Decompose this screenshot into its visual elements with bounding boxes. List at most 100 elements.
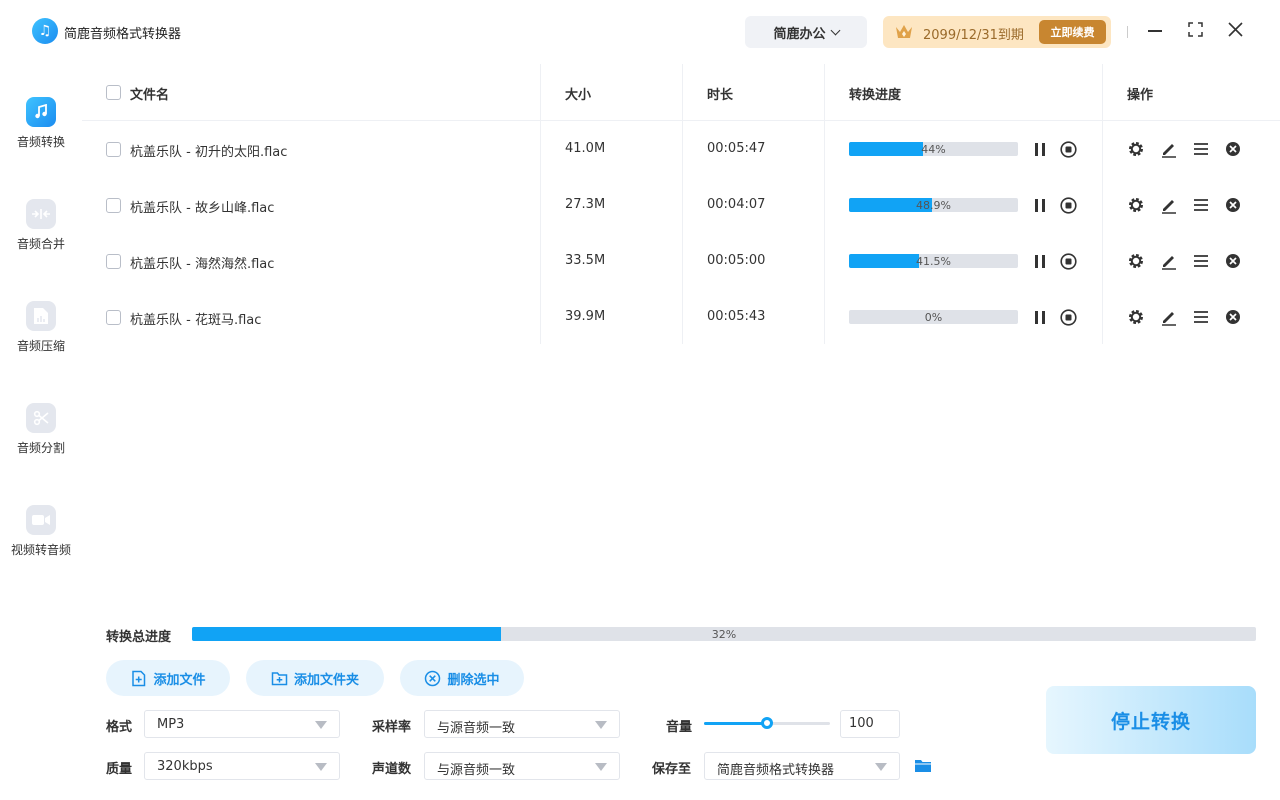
pause-icon[interactable] xyxy=(1034,311,1046,324)
vip-status-box: 2099/12/31到期 立即续费 xyxy=(883,16,1111,48)
sidebar-item-audio-compress[interactable]: 音频压缩 xyxy=(0,301,82,381)
dropdown-arrow-icon xyxy=(595,763,607,771)
add-file-button[interactable]: 添加文件 xyxy=(106,660,230,696)
header-duration: 时长 xyxy=(707,88,734,103)
file-size: 41.0M xyxy=(565,141,606,156)
remove-circle-icon[interactable] xyxy=(1224,140,1242,158)
samplerate-value: 与源音频一致 xyxy=(437,721,516,736)
row-progress-bar: 44% xyxy=(849,142,1018,156)
merge-icon xyxy=(26,199,56,229)
row-checkbox[interactable] xyxy=(106,142,121,157)
format-value: MP3 xyxy=(157,717,185,732)
close-icon[interactable] xyxy=(1227,21,1244,38)
file-duration: 00:05:47 xyxy=(707,141,766,156)
sidebar-item-audio-split[interactable]: 音频分割 xyxy=(0,403,82,483)
gear-icon[interactable] xyxy=(1127,196,1145,214)
dropdown-arrow-icon xyxy=(315,763,327,771)
sidebar-item-audio-convert[interactable]: 音频转换 xyxy=(0,97,82,177)
sidebar-item-label: 视频转音频 xyxy=(10,543,71,557)
list-menu-icon[interactable] xyxy=(1192,252,1210,270)
list-menu-icon[interactable] xyxy=(1192,308,1210,326)
add-folder-button[interactable]: 添加文件夹 xyxy=(246,660,384,696)
remove-circle-icon[interactable] xyxy=(1224,196,1242,214)
channels-label: 声道数 xyxy=(372,762,412,777)
quality-value: 320kbps xyxy=(157,759,213,774)
header-actions: 操作 xyxy=(1127,88,1154,103)
stop-convert-button[interactable]: 停止转换 xyxy=(1046,686,1256,754)
volume-slider-handle[interactable] xyxy=(761,717,773,729)
file-size: 27.3M xyxy=(565,197,606,212)
add-folder-label: 添加文件夹 xyxy=(293,672,359,688)
quality-select[interactable]: 320kbps xyxy=(144,752,340,780)
header-size: 大小 xyxy=(565,88,592,103)
select-all-checkbox[interactable] xyxy=(106,85,121,100)
file-table: 文件名 大小 时长 转换进度 操作 杭盖乐队 - 初升的太阳.flac 41.0… xyxy=(82,64,1280,598)
saveto-select[interactable]: 简鹿音频格式转换器 xyxy=(704,752,900,780)
edit-pencil-icon[interactable] xyxy=(1160,196,1178,214)
quality-label: 质量 xyxy=(106,762,133,777)
row-progress-bar: 48.9% xyxy=(849,198,1018,212)
sidebar-item-audio-merge[interactable]: 音频合并 xyxy=(0,199,82,279)
row-checkbox[interactable] xyxy=(106,310,121,325)
minimize-icon[interactable] xyxy=(1148,30,1162,32)
renew-button[interactable]: 立即续费 xyxy=(1039,20,1106,44)
gear-icon[interactable] xyxy=(1127,308,1145,326)
delete-circle-icon xyxy=(425,670,441,686)
table-row[interactable]: 杭盖乐队 - 花斑马.flac 39.9M 00:05:43 0% xyxy=(82,289,1280,345)
compress-icon xyxy=(26,301,56,331)
table-row[interactable]: 杭盖乐队 - 海然海然.flac 33.5M 00:05:00 41.5% xyxy=(82,233,1280,289)
gear-icon[interactable] xyxy=(1127,252,1145,270)
pause-icon[interactable] xyxy=(1034,199,1046,212)
edit-pencil-icon[interactable] xyxy=(1160,252,1178,270)
stop-circle-icon[interactable] xyxy=(1060,253,1077,270)
folder-icon[interactable] xyxy=(914,758,932,773)
edit-pencil-icon[interactable] xyxy=(1160,140,1178,158)
row-progress-text: 41.5% xyxy=(916,255,951,268)
row-progress-text: 48.9% xyxy=(916,199,951,212)
sidebar-item-label: 音频转换 xyxy=(16,135,65,149)
channels-select[interactable]: 与源音频一致 xyxy=(424,752,620,780)
delete-selected-button[interactable]: 删除选中 xyxy=(400,660,524,696)
volume-slider[interactable] xyxy=(704,717,830,729)
volume-label: 音量 xyxy=(666,720,693,735)
file-duration: 00:05:43 xyxy=(707,309,766,324)
app-title: 简鹿音频格式转换器 xyxy=(64,27,182,42)
format-select[interactable]: MP3 xyxy=(144,710,340,738)
row-progress-bar: 0% xyxy=(849,310,1018,324)
table-row[interactable]: 杭盖乐队 - 故乡山峰.flac 27.3M 00:04:07 48.9% xyxy=(82,177,1280,233)
sidebar-item-video-to-audio[interactable]: 视频转音频 xyxy=(0,505,82,585)
stop-circle-icon[interactable] xyxy=(1060,141,1077,158)
volume-input[interactable]: 100 xyxy=(840,710,900,738)
list-menu-icon[interactable] xyxy=(1192,140,1210,158)
edit-pencil-icon[interactable] xyxy=(1160,308,1178,326)
row-progress-bar: 41.5% xyxy=(849,254,1018,268)
remove-circle-icon[interactable] xyxy=(1224,252,1242,270)
format-label: 格式 xyxy=(106,720,133,735)
samplerate-select[interactable]: 与源音频一致 xyxy=(424,710,620,738)
add-folder-icon xyxy=(271,671,288,685)
chevron-down-icon xyxy=(830,25,840,35)
app-logo-icon: ♫ xyxy=(32,18,58,44)
stop-circle-icon[interactable] xyxy=(1060,309,1077,326)
sidebar-item-label: 音频压缩 xyxy=(16,339,65,353)
office-menu-button[interactable]: 简鹿办公 xyxy=(745,16,867,48)
vip-crown-icon xyxy=(896,25,912,38)
row-progress-text: 0% xyxy=(924,311,943,324)
row-checkbox[interactable] xyxy=(106,198,121,213)
music-note-icon xyxy=(26,97,56,127)
table-row[interactable]: 杭盖乐队 - 初升的太阳.flac 41.0M 00:05:47 44% xyxy=(82,121,1280,177)
pause-icon[interactable] xyxy=(1034,143,1046,156)
row-checkbox[interactable] xyxy=(106,254,121,269)
remove-circle-icon[interactable] xyxy=(1224,308,1242,326)
pause-icon[interactable] xyxy=(1034,255,1046,268)
add-file-icon xyxy=(132,670,146,686)
gear-icon[interactable] xyxy=(1127,140,1145,158)
sidebar-item-label: 音频分割 xyxy=(16,441,65,455)
maximize-icon[interactable] xyxy=(1188,22,1203,37)
list-menu-icon[interactable] xyxy=(1192,196,1210,214)
total-progress-label: 转换总进度 xyxy=(106,630,172,645)
delete-selected-label: 删除选中 xyxy=(447,672,500,688)
file-duration: 00:04:07 xyxy=(707,197,766,212)
stop-circle-icon[interactable] xyxy=(1060,197,1077,214)
channels-value: 与源音频一致 xyxy=(437,763,516,778)
